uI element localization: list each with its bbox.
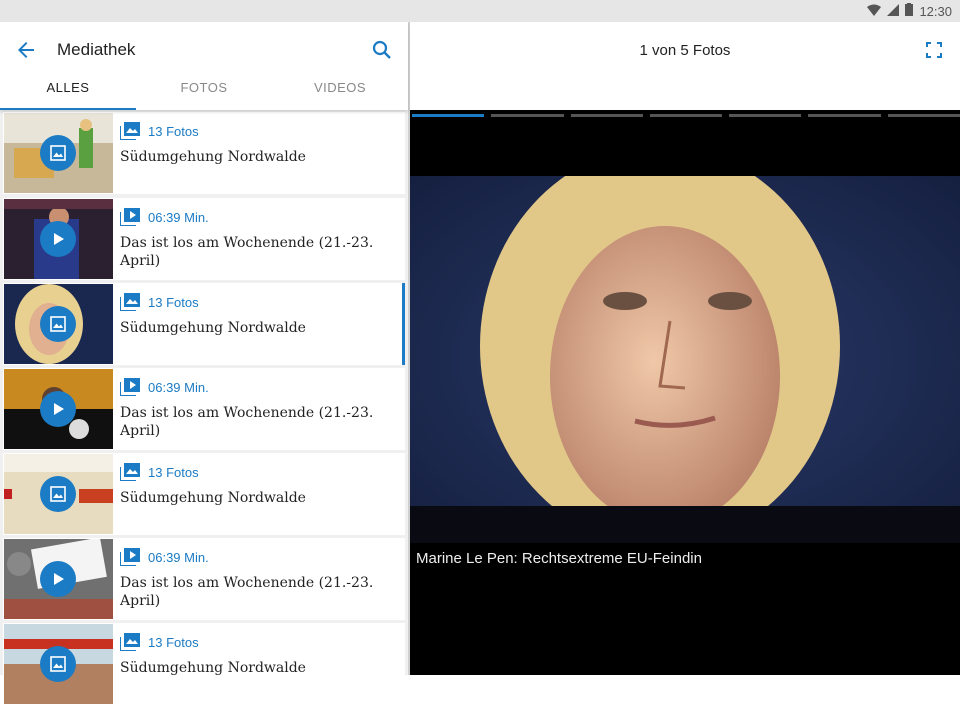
list-item[interactable]: 06:39 Min. Das ist los am Wochenende (21…	[3, 198, 405, 280]
gallery-icon	[40, 646, 76, 682]
clock: 12:30	[919, 3, 952, 19]
tab-fotos[interactable]: FOTOS	[136, 72, 272, 110]
status-bar: 12:30	[0, 0, 960, 22]
list-item[interactable]: 06:39 Min. Das ist los am Wochenende (21…	[3, 538, 405, 620]
gallery-icon	[40, 306, 76, 342]
item-meta: 06:39 Min.	[119, 208, 209, 227]
wifi-icon	[867, 4, 882, 19]
gallery-icon	[40, 135, 76, 171]
item-meta: 06:39 Min.	[119, 378, 209, 397]
progress-segment	[729, 114, 802, 117]
selected-indicator	[402, 283, 405, 365]
app-bar: Mediathek ALLES FOTOS VIDEOS	[0, 22, 408, 110]
gallery-icon	[40, 476, 76, 512]
progress-segment	[491, 114, 564, 117]
progress-segment	[412, 114, 485, 117]
item-title: Südumgehung Nordwalde	[120, 320, 306, 336]
item-meta-text: 13 Fotos	[148, 634, 199, 650]
progress-segment	[887, 114, 960, 117]
photos-icon	[119, 293, 140, 312]
video-icon	[119, 378, 140, 397]
photos-icon	[119, 633, 140, 652]
tab-videos[interactable]: VIDEOS	[272, 72, 408, 110]
item-title: Südumgehung Nordwalde	[120, 660, 306, 676]
thumbnail-image	[4, 113, 113, 193]
thumbnail-image	[4, 369, 113, 449]
viewer-header: 1 von 5 Fotos	[410, 22, 960, 110]
list-item[interactable]: 06:39 Min. Das ist los am Wochenende (21…	[3, 368, 405, 450]
tab-alles[interactable]: ALLES	[0, 72, 136, 110]
video-icon	[119, 208, 140, 227]
play-icon	[40, 391, 76, 427]
thumbnail-image	[4, 624, 113, 704]
item-meta: 13 Fotos	[119, 293, 199, 312]
tab-bar: ALLES FOTOS VIDEOS	[0, 72, 408, 110]
battery-icon	[905, 3, 914, 19]
list-item[interactable]: 13 Fotos Südumgehung Nordwalde	[3, 453, 405, 535]
arrow-left-icon[interactable]	[14, 38, 38, 62]
photo-viewer: 1 von 5 Fotos Marine Le Pen: Rechtsextre…	[410, 22, 960, 675]
thumbnail-image	[4, 454, 113, 534]
progress-segment	[570, 114, 643, 117]
item-meta-text: 06:39 Min.	[148, 549, 209, 565]
item-meta-text: 13 Fotos	[148, 123, 199, 139]
search-icon[interactable]	[370, 38, 394, 62]
play-icon	[40, 221, 76, 257]
progress-segment	[649, 114, 723, 117]
item-meta: 13 Fotos	[119, 122, 199, 141]
item-title: Das ist los am Wochenende (21.-23. April…	[120, 235, 374, 269]
media-library-panel: Mediathek ALLES FOTOS VIDEOS 13 Fotos Sü…	[0, 22, 408, 705]
list-item[interactable]: 13 Fotos Südumgehung Nordwalde	[3, 623, 405, 705]
item-meta-text: 13 Fotos	[148, 464, 199, 480]
list-item[interactable]: 13 Fotos Südumgehung Nordwalde	[3, 112, 405, 194]
main-photo[interactable]	[410, 176, 960, 543]
photo-counter: 1 von 5 Fotos	[639, 42, 731, 59]
item-title: Südumgehung Nordwalde	[120, 490, 306, 506]
list-item[interactable]: 13 Fotos Südumgehung Nordwalde	[3, 283, 405, 365]
thumbnail-image	[4, 284, 113, 364]
item-meta-text: 06:39 Min.	[148, 209, 209, 225]
photos-icon	[119, 122, 140, 141]
thumbnail-image	[4, 539, 113, 619]
page-title: Mediathek	[57, 40, 136, 59]
item-title: Südumgehung Nordwalde	[120, 149, 306, 165]
progress-segment	[808, 114, 881, 117]
thumbnail-image	[4, 199, 113, 279]
item-title: Das ist los am Wochenende (21.-23. April…	[120, 405, 374, 439]
fullscreen-icon[interactable]	[926, 42, 942, 58]
item-meta: 06:39 Min.	[119, 548, 209, 567]
item-meta-text: 06:39 Min.	[148, 379, 209, 395]
video-icon	[119, 548, 140, 567]
gallery-progress	[412, 114, 960, 118]
item-meta: 13 Fotos	[119, 633, 199, 652]
photo-caption: Marine Le Pen: Rechtsextreme EU-Feindin	[416, 550, 702, 567]
item-title: Das ist los am Wochenende (21.-23. April…	[120, 575, 374, 609]
signal-icon	[887, 3, 900, 19]
item-meta-text: 13 Fotos	[148, 294, 199, 310]
photos-icon	[119, 463, 140, 482]
item-meta: 13 Fotos	[119, 463, 199, 482]
play-icon	[40, 561, 76, 597]
